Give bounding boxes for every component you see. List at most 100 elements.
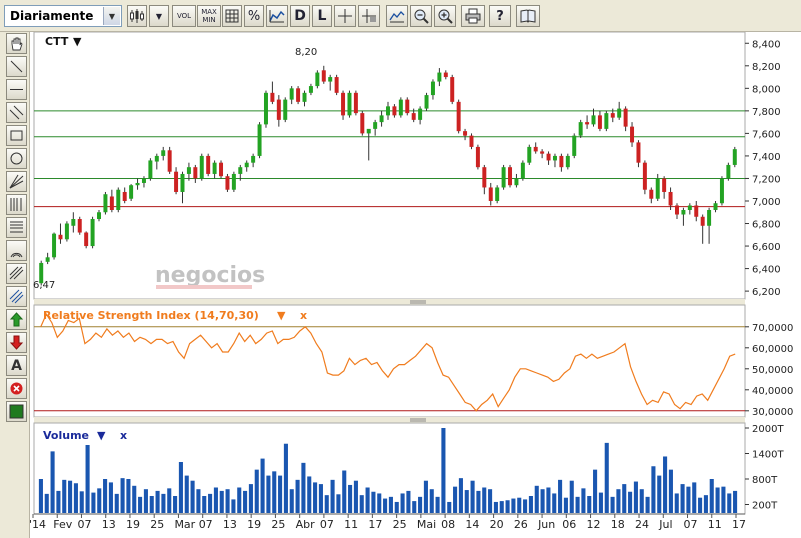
- fan-lines-icon: [9, 174, 24, 189]
- maxmin-top-label: MAX: [201, 8, 217, 16]
- volume-bar: [85, 445, 90, 513]
- diagonal-line-icon: [10, 60, 23, 73]
- line-tool-button[interactable]: [6, 56, 27, 77]
- volume-toggle-button[interactable]: VOL: [172, 5, 196, 27]
- x-tick-label: 17: [368, 518, 382, 531]
- grid-toggle-button[interactable]: [222, 5, 242, 27]
- x-tick-label: 07: [77, 518, 91, 531]
- candle-body: [174, 171, 179, 192]
- candle-body: [610, 113, 615, 118]
- rectangle-tool-button[interactable]: [6, 125, 27, 146]
- chart-type-candles-button[interactable]: [127, 5, 147, 27]
- fibonacci-tool-button[interactable]: [6, 194, 27, 215]
- horizontal-line-icon: [10, 89, 23, 90]
- horizontal-line-tool-button[interactable]: [6, 79, 27, 100]
- volume-bar: [301, 462, 306, 513]
- pan-tool-button[interactable]: [6, 33, 27, 54]
- zoom-reset-button[interactable]: [386, 5, 408, 27]
- volume-bar: [423, 480, 428, 513]
- period-select[interactable]: Diariamente ▼: [4, 5, 122, 27]
- color-picker-button[interactable]: [6, 401, 27, 422]
- volume-bar: [558, 479, 563, 513]
- fan-tool-button[interactable]: [6, 171, 27, 192]
- help-button[interactable]: ?: [489, 5, 511, 27]
- panel-splitter[interactable]: [34, 417, 745, 423]
- volume-bar: [132, 485, 137, 513]
- symbol-selector[interactable]: CTT ▼: [45, 35, 82, 48]
- volume-bar: [184, 475, 189, 513]
- volume-bar: [313, 482, 318, 513]
- panel-splitter[interactable]: [34, 299, 745, 305]
- volume-bar: [593, 469, 598, 513]
- x-tick-label: 11: [708, 518, 722, 531]
- volume-bar: [528, 496, 533, 513]
- volume-bar: [610, 496, 615, 513]
- d-scale-button[interactable]: D: [290, 5, 310, 27]
- volume-bar: [511, 498, 516, 513]
- volume-bar: [476, 490, 481, 513]
- candle-body: [231, 173, 236, 190]
- grid-icon: [225, 9, 239, 23]
- candle-body: [488, 187, 493, 201]
- l-scale-button[interactable]: L: [312, 5, 332, 27]
- chart-type-chevron-button[interactable]: ▼: [149, 5, 169, 27]
- arc-tool-button[interactable]: [6, 240, 27, 261]
- volume-bar: [493, 501, 498, 513]
- candle-body: [585, 122, 590, 125]
- volume-bar: [97, 488, 102, 513]
- ellipse-tool-button[interactable]: [6, 148, 27, 169]
- horizontal-lines-icon: [10, 221, 23, 233]
- volume-menu-icon[interactable]: ▼: [97, 429, 106, 442]
- zoom-out-button[interactable]: [410, 5, 432, 27]
- candle-body: [668, 191, 673, 206]
- volume-bar: [569, 480, 574, 513]
- volume-bar: [371, 491, 376, 513]
- volume-bar: [50, 451, 55, 513]
- volume-close-icon[interactable]: x: [120, 429, 127, 442]
- rsi-close-icon[interactable]: x: [300, 309, 307, 322]
- volume-bar: [651, 466, 656, 513]
- candle-body: [533, 146, 538, 152]
- watermark-underline: [156, 285, 252, 289]
- volume-bar: [388, 496, 393, 513]
- volume-bar: [44, 493, 49, 513]
- text-tool-button[interactable]: A: [6, 355, 27, 376]
- regression-tool-button[interactable]: [6, 286, 27, 307]
- gann-tool-button[interactable]: [6, 263, 27, 284]
- manual-button[interactable]: [516, 5, 540, 27]
- zoom-in-button[interactable]: [434, 5, 456, 27]
- chart-area[interactable]: 8,400 8,200 8,000 7,800 7,600 7,400 7,200 7,000…: [30, 32, 801, 538]
- volume-bar: [283, 443, 288, 513]
- move-down-button[interactable]: [6, 332, 27, 353]
- volume-bar: [108, 482, 113, 513]
- period-select-value: Diariamente: [10, 9, 94, 23]
- percent-scale-button[interactable]: %: [244, 5, 264, 27]
- price-tick-label: 8,200: [752, 62, 781, 73]
- area-chart-icon: [269, 10, 285, 23]
- volume-bar: [237, 487, 242, 513]
- crosshair-value-icon: [362, 9, 376, 23]
- candle-body: [475, 146, 480, 168]
- delete-drawings-button[interactable]: [6, 378, 27, 399]
- channel-tool-button[interactable]: [6, 102, 27, 123]
- volume-bar: [342, 470, 347, 513]
- volume-bar: [307, 476, 312, 513]
- symbol-menu-icon[interactable]: ▼: [73, 35, 82, 48]
- volume-bar: [138, 496, 143, 513]
- candle-body: [687, 205, 692, 210]
- volume-bar: [575, 496, 580, 513]
- volume-bar: [243, 490, 248, 513]
- retracement-tool-button[interactable]: [6, 217, 27, 238]
- volume-bar: [499, 501, 504, 513]
- rsi-menu-icon[interactable]: ▼: [277, 309, 286, 322]
- volume-bar: [196, 489, 201, 513]
- crosshair-value-button[interactable]: [358, 5, 380, 27]
- volume-bar: [114, 493, 119, 513]
- x-tick-label: 12: [587, 518, 601, 531]
- print-button[interactable]: [461, 5, 485, 27]
- crosshair-button[interactable]: [334, 5, 356, 27]
- volume-bar: [587, 496, 592, 513]
- maxmin-toggle-button[interactable]: MAX MIN: [197, 5, 221, 27]
- compare-chart-button[interactable]: [266, 5, 288, 27]
- move-up-button[interactable]: [6, 309, 27, 330]
